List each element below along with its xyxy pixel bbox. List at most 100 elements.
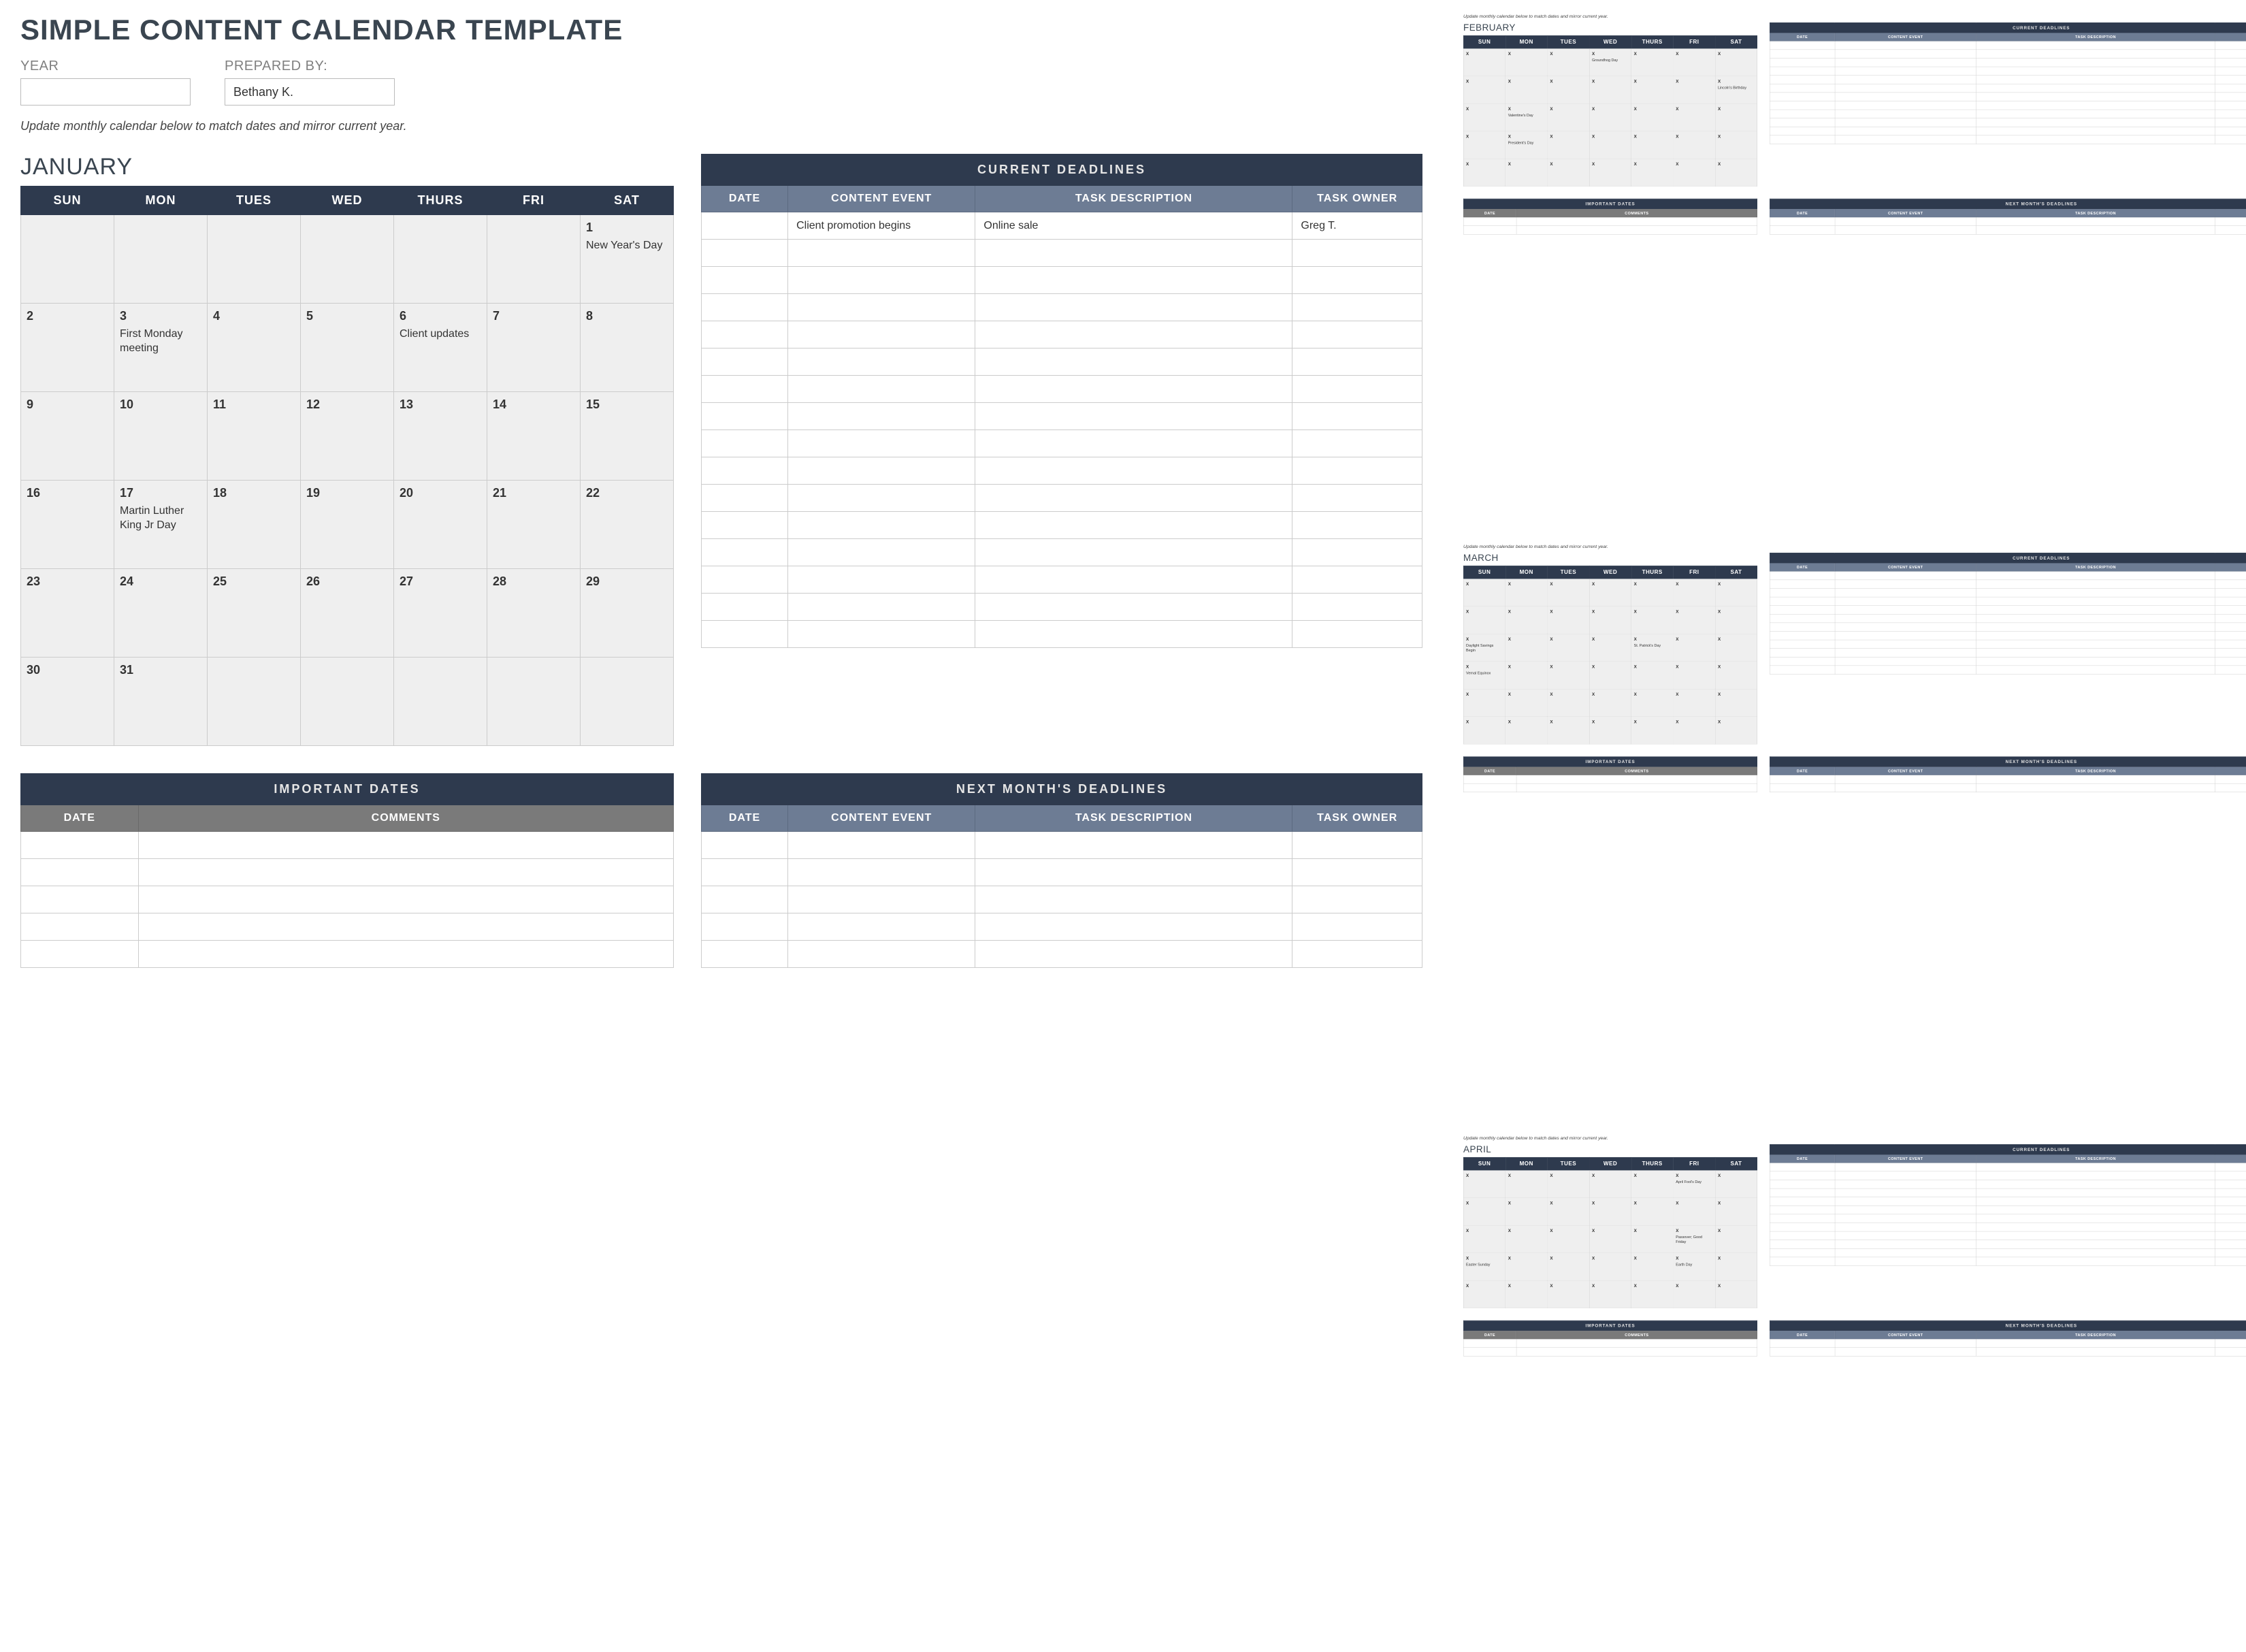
table-cell[interactable] (702, 403, 788, 430)
table-cell[interactable] (1516, 775, 1757, 784)
table-cell[interactable] (1292, 321, 1422, 349)
table-cell[interactable] (1770, 640, 1835, 649)
table-cell[interactable] (1835, 1240, 1976, 1249)
table-cell[interactable] (2215, 135, 2246, 144)
table-cell[interactable] (975, 859, 1292, 886)
table-cell[interactable] (1835, 1222, 1976, 1231)
table-cell[interactable] (1292, 859, 1422, 886)
calendar-cell[interactable]: X (1673, 103, 1715, 131)
calendar-cell[interactable]: X (1506, 1170, 1548, 1198)
calendar-cell[interactable] (394, 215, 487, 304)
calendar-cell[interactable]: X (1673, 76, 1715, 104)
calendar-cell[interactable]: 30 (21, 658, 114, 746)
calendar-cell[interactable]: X (1715, 159, 1757, 187)
calendar-cell[interactable]: 14 (487, 392, 581, 481)
calendar-cell[interactable]: X (1589, 689, 1631, 716)
table-cell[interactable] (2215, 1214, 2246, 1223)
table-cell[interactable] (1770, 58, 1835, 67)
table-row[interactable] (21, 832, 674, 859)
table-cell[interactable] (1463, 1339, 1516, 1348)
table-cell[interactable] (2215, 1257, 2246, 1266)
table-cell[interactable] (788, 886, 975, 913)
calendar-cell[interactable]: 31 (114, 658, 208, 746)
table-cell[interactable] (1976, 76, 2215, 84)
table-cell[interactable] (788, 349, 975, 376)
calendar-cell[interactable]: 1New Year's Day (581, 215, 674, 304)
calendar-cell[interactable]: 11 (208, 392, 301, 481)
table-row[interactable] (1770, 76, 2246, 84)
table-cell[interactable] (1835, 1197, 1976, 1206)
calendar-cell[interactable]: X (1463, 48, 1506, 76)
table-cell[interactable] (1835, 41, 1976, 50)
table-cell[interactable] (1976, 93, 2215, 101)
calendar-cell[interactable]: 28 (487, 569, 581, 658)
table-cell[interactable] (2215, 1171, 2246, 1180)
table-cell[interactable] (788, 321, 975, 349)
table-cell[interactable] (1770, 1222, 1835, 1231)
table-cell[interactable] (2215, 58, 2246, 67)
table-row[interactable] (1770, 606, 2246, 615)
table-cell[interactable] (1770, 1348, 1835, 1357)
table-cell[interactable] (1835, 614, 1976, 623)
table-cell[interactable] (975, 376, 1292, 403)
table-cell[interactable] (788, 566, 975, 594)
table-cell[interactable] (788, 457, 975, 485)
prepared-by-input[interactable] (225, 78, 395, 106)
table-cell[interactable] (1976, 217, 2215, 226)
calendar-cell[interactable]: X (1548, 131, 1590, 159)
table-cell[interactable] (1292, 832, 1422, 859)
table-cell[interactable] (1976, 1231, 2215, 1240)
table-cell[interactable] (975, 349, 1292, 376)
table-cell[interactable]: Greg T. (1292, 212, 1422, 240)
table-cell[interactable] (2215, 775, 2246, 784)
table-row[interactable] (1770, 597, 2246, 606)
table-row[interactable] (1770, 640, 2246, 649)
calendar-cell[interactable]: 4 (208, 304, 301, 392)
table-cell[interactable] (1976, 127, 2215, 135)
table-row[interactable] (1770, 580, 2246, 589)
calendar-cell[interactable]: X (1715, 717, 1757, 745)
table-cell[interactable] (1516, 1339, 1757, 1348)
table-cell[interactable] (1770, 571, 1835, 580)
table-row[interactable] (1770, 50, 2246, 59)
table-cell[interactable] (702, 267, 788, 294)
calendar-cell[interactable]: X (1463, 159, 1506, 187)
calendar-cell[interactable]: XLincoln's Birthday (1715, 76, 1757, 104)
table-row[interactable] (1463, 783, 1757, 792)
table-cell[interactable] (1516, 783, 1757, 792)
calendar-cell[interactable]: X (1548, 1225, 1590, 1253)
calendar-cell[interactable]: X (1548, 689, 1590, 716)
table-cell[interactable] (1976, 588, 2215, 597)
calendar-cell[interactable]: 26 (301, 569, 394, 658)
table-cell[interactable] (2215, 1231, 2246, 1240)
calendar-cell[interactable]: X (1715, 131, 1757, 159)
table-cell[interactable] (1835, 50, 1976, 59)
calendar-cell[interactable] (487, 658, 581, 746)
calendar-cell[interactable]: X (1589, 662, 1631, 690)
table-row[interactable] (1770, 41, 2246, 50)
table-cell[interactable] (1835, 640, 1976, 649)
calendar-cell[interactable]: XEaster Sunday (1463, 1253, 1506, 1281)
table-cell[interactable] (1835, 118, 1976, 127)
calendar-cell[interactable]: X (1631, 579, 1674, 606)
table-cell[interactable] (1976, 614, 2215, 623)
calendar-cell[interactable]: X (1548, 1198, 1590, 1226)
table-row[interactable] (1463, 775, 1757, 784)
calendar-cell[interactable]: X (1506, 1225, 1548, 1253)
calendar-cell[interactable]: X (1589, 76, 1631, 104)
table-cell[interactable] (1292, 621, 1422, 648)
table-cell[interactable] (138, 941, 673, 968)
table-cell[interactable] (1976, 631, 2215, 640)
calendar-cell[interactable]: X (1589, 1198, 1631, 1226)
table-cell[interactable] (1770, 1163, 1835, 1171)
table-cell[interactable] (2215, 118, 2246, 127)
table-cell[interactable] (21, 941, 139, 968)
table-cell[interactable] (975, 321, 1292, 349)
calendar-cell[interactable]: X (1589, 1225, 1631, 1253)
calendar-cell[interactable]: XPresident's Day (1506, 131, 1548, 159)
calendar-cell[interactable]: X (1548, 579, 1590, 606)
table-cell[interactable] (1976, 1214, 2215, 1223)
calendar-cell[interactable]: 22 (581, 481, 674, 569)
table-cell[interactable] (1770, 597, 1835, 606)
table-cell[interactable] (1292, 376, 1422, 403)
